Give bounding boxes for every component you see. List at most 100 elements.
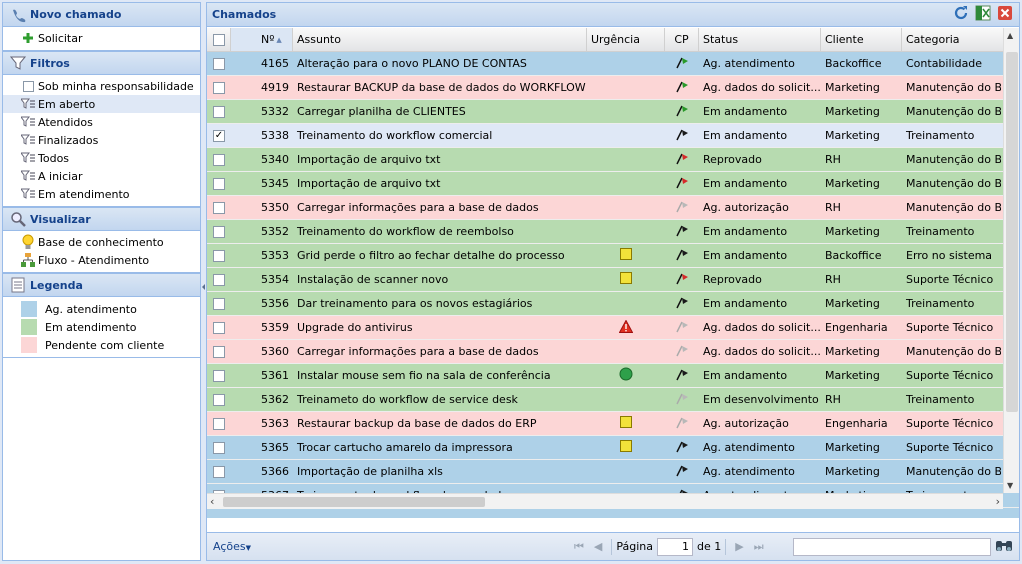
cell-cp [665,460,699,483]
table-row[interactable]: 5332 Carregar planilha de CLIENTES Em anda… [207,100,1019,124]
binoculars-icon[interactable] [995,538,1013,555]
filter-item[interactable]: Em atendimento [3,185,200,203]
row-checkbox[interactable] [207,220,231,243]
column-assunto[interactable]: Assunto [293,28,587,51]
table-row[interactable]: 5362 Treinameto do workflow de service de… [207,388,1019,412]
row-checkbox[interactable] [207,340,231,363]
row-checkbox[interactable] [207,436,231,459]
filter-item[interactable]: Finalizados [3,131,200,149]
export-excel-icon[interactable] [975,5,991,24]
last-page-icon[interactable]: ⏭ [754,540,764,554]
visualizar-header[interactable]: Visualizar [3,207,200,231]
cell-cliente: RH [825,153,841,166]
scroll-down-icon[interactable]: ▼ [1007,481,1013,490]
column-cliente[interactable]: Cliente [821,28,902,51]
filtros-header[interactable]: Filtros [3,51,200,75]
solicitar-item[interactable]: Solicitar [3,29,200,47]
dropdown-arrow-icon: ▼ [245,544,251,552]
table-row[interactable]: 5359 Upgrade do antivirus Ag. dados do sol… [207,316,1019,340]
flag-black-icon [674,295,690,312]
cell-cliente: Marketing [825,105,880,118]
fluxo-atendimento-item[interactable]: Fluxo - Atendimento [3,251,200,269]
table-row[interactable]: 5361 Instalar mouse sem fio na sala de co… [207,364,1019,388]
table-row[interactable] [207,508,1019,518]
cell-numero: 5340 [261,153,289,166]
cell-cliente: Engenharia [825,321,888,334]
table-row[interactable]: 5352 Treinamento do workflow de reembolso… [207,220,1019,244]
search-input[interactable] [793,537,991,556]
base-conhecimento-item[interactable]: Base de conhecimento [3,233,200,251]
table-row[interactable]: 5354 Instalação de scanner novo Reprovado R… [207,268,1019,292]
row-checkbox[interactable] [207,76,231,99]
row-checkbox[interactable] [207,196,231,219]
acoes-button[interactable]: Ações▼ [213,540,251,553]
filter-item[interactable]: Em aberto [3,95,200,113]
column-urgencia[interactable]: Urgência [587,28,665,51]
cell-cp [665,148,699,171]
page-number-input[interactable] [657,537,694,556]
urgency-square-icon [620,440,632,455]
urgency-square-icon [620,248,632,263]
legenda-header[interactable]: Legenda [3,273,200,297]
row-checkbox[interactable] [207,364,231,387]
prev-page-icon[interactable]: ◀ [594,540,602,553]
vertical-scroll-thumb[interactable] [1006,52,1018,412]
select-all-checkbox[interactable] [207,28,231,51]
table-row[interactable]: 5350 Carregar informações para a base de … [207,196,1019,220]
table-row[interactable]: 5353 Grid perde o filtro ao fechar detalh… [207,244,1019,268]
table-row[interactable]: 4165 Alteração para o novo PLANO DE CONTA… [207,52,1019,76]
row-checkbox[interactable] [207,460,231,483]
row-checkbox[interactable] [207,100,231,123]
filter-item[interactable]: Sob minha responsabilidade [3,77,200,95]
table-row[interactable]: 4919 Restaurar BACKUP da base de dados do… [207,76,1019,100]
row-checkbox[interactable] [207,292,231,315]
row-checkbox[interactable] [207,268,231,291]
cell-cliente: RH [825,393,841,406]
plus-icon [21,31,35,45]
table-row[interactable]: 5356 Dar treinamento para os novos estagi… [207,292,1019,316]
filter-item[interactable]: A iniciar [3,167,200,185]
cell-categoria: Suporte Técnico [906,273,994,286]
cell-categoria: Suporte Técnico [906,369,994,382]
close-icon[interactable] [997,5,1013,24]
table-row[interactable]: 5363 Restaurar backup da base de dados do… [207,412,1019,436]
column-numero[interactable]: Nº ▲ [231,28,293,51]
column-cp[interactable]: CP [665,28,699,51]
filter-item[interactable]: Atendidos [3,113,200,131]
row-checkbox[interactable] [207,316,231,339]
scroll-up-icon[interactable]: ▲ [1007,31,1013,40]
filter-item[interactable]: Todos [3,149,200,167]
row-checkbox[interactable] [207,172,231,195]
table-row[interactable]: ✓ 5338 Treinamento do workflow comercial Em… [207,124,1019,148]
item-label: Sob minha responsabilidade [38,79,194,93]
table-row[interactable]: 5365 Trocar cartucho amarelo da impressor… [207,436,1019,460]
cell-categoria: Manutenção do BD [906,105,1001,118]
scroll-right-icon[interactable]: › [996,495,1000,508]
row-checkbox[interactable] [207,52,231,75]
table-row[interactable]: 5340 Importação de arquivo txt Reprovado RH… [207,148,1019,172]
col-label: Status [703,33,739,46]
row-checkbox[interactable] [207,244,231,267]
cell-categoria: Contabilidade [906,57,983,70]
row-checkbox[interactable] [207,412,231,435]
first-page-icon[interactable]: ⏮ [574,540,584,554]
table-row[interactable]: 5345 Importação de arquivo txt Em andament… [207,172,1019,196]
refresh-icon[interactable] [953,5,969,24]
novo-chamado-header[interactable]: Novo chamado [3,3,200,27]
row-checkbox[interactable] [207,388,231,411]
vertical-scrollbar[interactable]: ▲ ▼ [1003,28,1019,493]
horizontal-scroll-thumb[interactable] [223,497,485,507]
lightbulb-icon [21,234,35,249]
column-status[interactable]: Status [699,28,821,51]
table-row[interactable]: 5366 Importação de planilha xls Ag. atendi… [207,460,1019,484]
cell-numero: 5361 [261,369,289,382]
scroll-left-icon[interactable]: ‹ [210,495,214,508]
column-categoria[interactable]: Categoria [902,28,1001,51]
horizontal-scrollbar[interactable]: ‹ › [207,493,1003,509]
next-page-icon[interactable]: ▶ [735,540,743,553]
row-checkbox[interactable] [207,148,231,171]
cell-cp [665,172,699,195]
table-row[interactable]: 5360 Carregar informações para a base de … [207,340,1019,364]
row-checkbox[interactable]: ✓ [207,124,231,147]
filter-icon [21,133,35,147]
